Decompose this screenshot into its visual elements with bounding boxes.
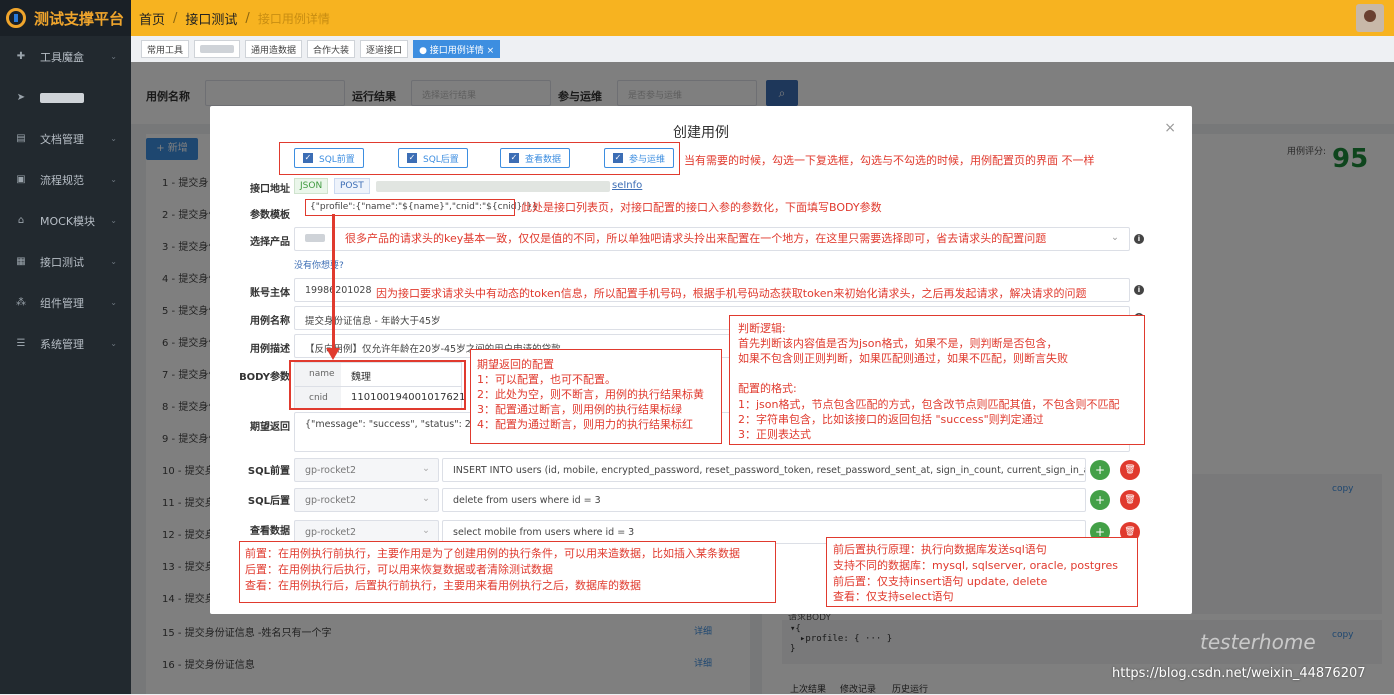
redacted-product bbox=[305, 234, 325, 242]
db-select[interactable]: gp-rocket2 ⌄ bbox=[294, 458, 439, 482]
breadcrumb-home[interactable]: 首页 bbox=[139, 9, 165, 28]
tab-case-detail[interactable]: ● 接口用例详情 × bbox=[413, 40, 501, 58]
chevron-down-icon: ⌄ bbox=[110, 175, 117, 184]
annotation-note: 因为接口要求请求头中有动态的token信息，所以配置手机号码，根据手机号码动态获… bbox=[376, 287, 1087, 300]
sidebar-item-api-test[interactable]: ▦ 接口测试 ⌄ bbox=[0, 241, 131, 282]
info-icon[interactable]: i bbox=[1134, 234, 1144, 244]
annotation-box: 判断逻辑: 首先判断该内容值是否为json格式，如果不是，则判断是否包含， 如果… bbox=[729, 315, 1145, 445]
flow-icon: ▣ bbox=[16, 174, 26, 185]
tab-redacted[interactable] bbox=[194, 40, 241, 58]
annotation-note: 很多产品的请求头的key基本一致，仅仅是值的不同，所以单独吧请求头拎出来配置在一… bbox=[345, 232, 1047, 245]
delete-sql-button[interactable]: 🗑 bbox=[1120, 490, 1140, 510]
breadcrumb-current: 接口用例详情 bbox=[257, 11, 330, 26]
url-link[interactable]: seInfo bbox=[612, 180, 642, 191]
chevron-down-icon: ⌄ bbox=[110, 134, 117, 143]
component-icon: ⁂ bbox=[16, 297, 26, 308]
tab-partner[interactable]: 合作大装 bbox=[307, 40, 356, 58]
chevron-down-icon: ⌄ bbox=[422, 463, 430, 474]
json-tag: JSON bbox=[294, 178, 329, 194]
annotation-box bbox=[305, 199, 515, 216]
breadcrumb-separator: / bbox=[173, 10, 178, 26]
view-data-label: 查看数据 bbox=[250, 526, 290, 537]
chevron-down-icon: ⌄ bbox=[110, 298, 117, 307]
document-icon: ▤ bbox=[16, 133, 26, 144]
arrow-head-icon bbox=[326, 348, 340, 360]
expect-label: 期望返回 bbox=[250, 422, 290, 433]
body-params-label: BODY参数 bbox=[239, 372, 290, 383]
sidebar-item-mock[interactable]: ⌂ MOCK模块 ⌄ bbox=[0, 200, 131, 241]
logo-icon bbox=[6, 8, 26, 28]
add-sql-button[interactable]: + bbox=[1090, 490, 1110, 510]
send-icon: ➤ bbox=[16, 92, 26, 103]
no-want-link[interactable]: 没有你想要? bbox=[294, 258, 344, 271]
list-icon: ☰ bbox=[16, 338, 26, 349]
redacted-label bbox=[40, 92, 84, 103]
avatar[interactable] bbox=[1356, 4, 1384, 32]
info-icon[interactable]: i bbox=[1134, 285, 1144, 295]
annotation-box bbox=[289, 360, 466, 410]
case-name-label: 用例名称 bbox=[250, 316, 290, 327]
chevron-down-icon: ⌄ bbox=[110, 257, 117, 266]
breadcrumb-api-test[interactable]: 接口测试 bbox=[185, 9, 237, 28]
sidebar-item-toolbox[interactable]: ✚ 工具魔盒 ⌄ bbox=[0, 36, 131, 77]
tab-bar: 常用工具 通用造数据 合作大装 逐道接口 ● 接口用例详情 × bbox=[131, 36, 1394, 62]
annotation-box: 前后置执行原理：执行向数据库发送sql语句 支持不同的数据库：mysql, sq… bbox=[826, 537, 1138, 607]
sidebar-item-components[interactable]: ⁂ 组件管理 ⌄ bbox=[0, 282, 131, 323]
chevron-down-icon: ⌄ bbox=[110, 339, 117, 348]
sidebar-item-docs[interactable]: ▤ 文档管理 ⌄ bbox=[0, 118, 131, 159]
sql-pre-input[interactable]: INSERT INTO users (id, mobile, encrypted… bbox=[442, 458, 1086, 482]
chevron-down-icon: ⌄ bbox=[110, 52, 117, 61]
close-icon[interactable]: × bbox=[1164, 120, 1176, 136]
sidebar: 测试支撑平台 ✚ 工具魔盒 ⌄ ➤ ▤ 文档管理 ⌄ ▣ 流程规范 ⌄ ⌂ MOCK模块 ⌄ ▦… bbox=[0, 0, 131, 694]
app-logo[interactable]: 测试支撑平台 bbox=[0, 0, 131, 36]
db-select[interactable]: gp-rocket2 ⌄ bbox=[294, 488, 439, 512]
post-tag: POST bbox=[334, 178, 370, 194]
add-sql-button[interactable]: + bbox=[1090, 460, 1110, 480]
annotation-arrow bbox=[332, 214, 335, 352]
sql-post-label: SQL后置 bbox=[247, 496, 290, 507]
grid-icon: ▦ bbox=[16, 256, 26, 267]
annotation-box: 前置：在用例执行前执行，主要作用是为了创建用例的执行条件，可以用来造数据，比如插… bbox=[239, 541, 776, 603]
toolbox-icon: ✚ bbox=[16, 51, 26, 62]
annotation-note: 当有需要的时候，勾选一下复选框，勾选与不勾选的时候，用例配置页的界面 不一样 bbox=[684, 154, 1095, 167]
app-title: 测试支撑平台 bbox=[34, 9, 125, 28]
top-bar: 首页 / 接口测试 / 接口用例详情 bbox=[131, 0, 1394, 36]
chevron-down-icon: ⌄ bbox=[422, 525, 430, 536]
case-desc-label: 用例描述 bbox=[250, 344, 290, 355]
param-template-label: 参数模板 bbox=[250, 210, 290, 221]
signature-watermark: testerhome bbox=[1200, 630, 1316, 654]
sql-pre-label: SQL前置 bbox=[247, 466, 290, 477]
modal-title: 创建用例 bbox=[673, 125, 729, 141]
product-label: 选择产品 bbox=[250, 237, 290, 248]
sql-post-input[interactable]: delete from users where id = 3 bbox=[442, 488, 1086, 512]
delete-sql-button[interactable]: 🗑 bbox=[1120, 460, 1140, 480]
sidebar-item-system[interactable]: ☰ 系统管理 ⌄ bbox=[0, 323, 131, 364]
redacted-url bbox=[376, 181, 610, 192]
breadcrumb-separator: / bbox=[245, 10, 250, 26]
annotation-box: 期望返回的配置 1：可以配置，也可不配置。 2：此处为空，则不断言，用例的执行结… bbox=[470, 349, 722, 444]
sidebar-item-flow[interactable]: ▣ 流程规范 ⌄ bbox=[0, 159, 131, 200]
annotation-note: 此处是接口列表页，对接口配置的接口入参的参数化，下面填写BODY参数 bbox=[521, 201, 882, 214]
tab-data-gen[interactable]: 通用造数据 bbox=[245, 40, 303, 58]
url-watermark: https://blog.csdn.net/weixin_44876207 bbox=[1112, 666, 1366, 681]
account-label: 账号主体 bbox=[250, 288, 290, 299]
url-label: 接口地址 bbox=[250, 184, 290, 195]
tab-channel[interactable]: 逐道接口 bbox=[360, 40, 409, 58]
mock-icon: ⌂ bbox=[17, 215, 25, 226]
chevron-down-icon: ⌄ bbox=[110, 216, 117, 225]
sidebar-item-send[interactable]: ➤ bbox=[0, 77, 131, 118]
chevron-down-icon: ⌄ bbox=[422, 493, 430, 504]
tab-common-tools[interactable]: 常用工具 bbox=[141, 40, 190, 58]
annotation-box bbox=[279, 142, 680, 175]
chevron-down-icon: ⌄ bbox=[1111, 232, 1119, 243]
